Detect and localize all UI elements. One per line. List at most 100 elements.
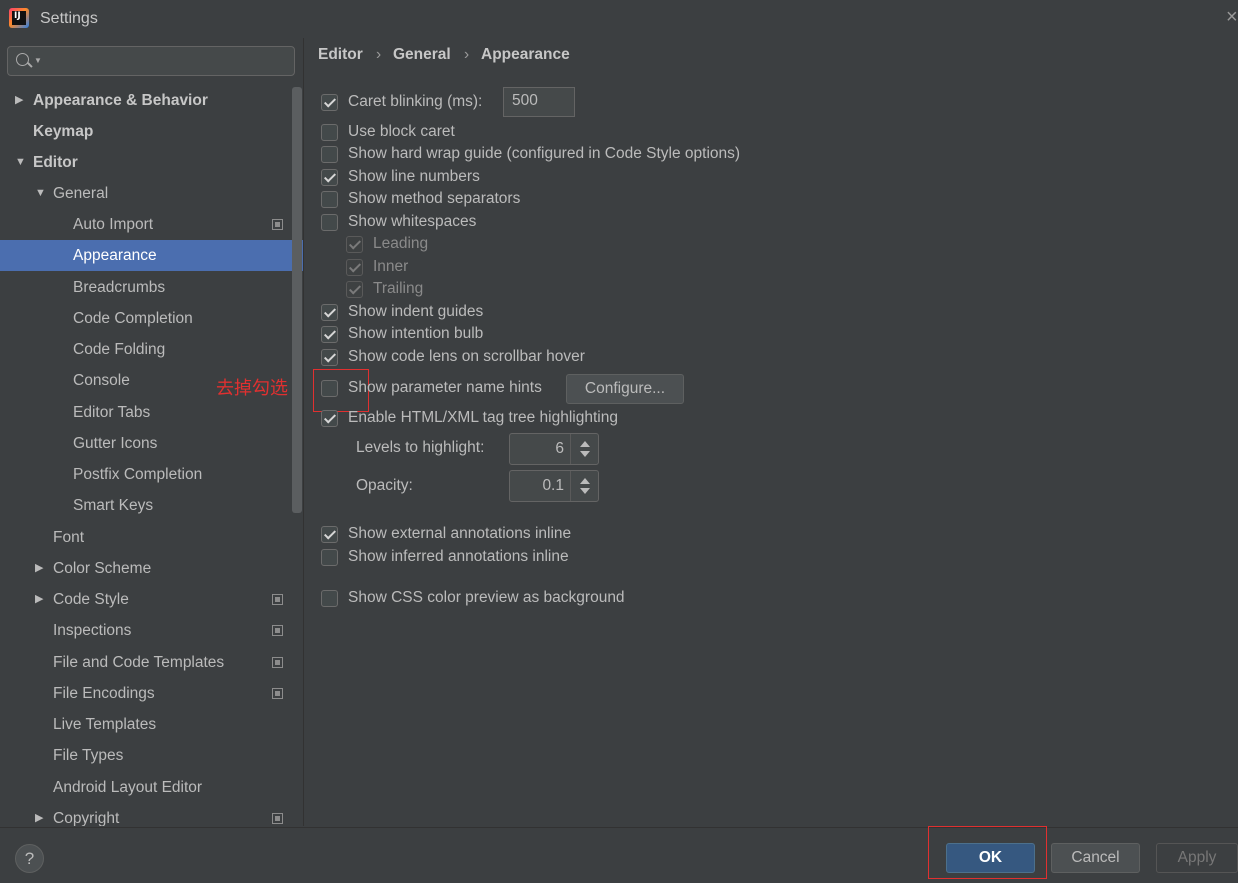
tree-item-code-folding[interactable]: Code Folding xyxy=(0,334,303,365)
inferred-annotations-checkbox[interactable] xyxy=(321,549,338,566)
block-caret-label: Use block caret xyxy=(348,123,455,140)
tree-item-label: Editor xyxy=(33,154,78,171)
breadcrumb-item-editor: Editor xyxy=(318,46,363,63)
apply-button[interactable]: Apply xyxy=(1156,843,1238,873)
tree-item-general[interactable]: ▼ General xyxy=(0,178,303,209)
levels-spinner[interactable]: 6 xyxy=(509,433,599,465)
tree-item-smart-keys[interactable]: Smart Keys xyxy=(0,490,303,521)
tree-item-postfix-completion[interactable]: Postfix Completion xyxy=(0,459,303,490)
caret-blinking-label: Caret blinking (ms): xyxy=(348,93,483,110)
tree-item-file-encodings[interactable]: File Encodings xyxy=(0,678,303,709)
tree-item-editor[interactable]: ▼ Editor xyxy=(0,147,303,178)
trailing-label: Trailing xyxy=(373,280,424,297)
collapsed-arrow-icon[interactable]: ▶ xyxy=(35,803,43,826)
tree-item-label: Keymap xyxy=(33,123,94,140)
tree-item-label: Android Layout Editor xyxy=(53,779,203,796)
indent-guides-checkbox[interactable] xyxy=(321,304,338,321)
settings-search-input[interactable]: ▼ xyxy=(7,46,295,76)
tree-scrollbar[interactable] xyxy=(292,87,302,513)
breadcrumb-item-general: General xyxy=(393,46,451,63)
intellij-app-icon: IJ xyxy=(9,8,29,28)
breadcrumb-separator: › xyxy=(464,46,470,63)
block-caret-checkbox[interactable] xyxy=(321,124,338,141)
line-numbers-label: Show line numbers xyxy=(348,168,480,185)
levels-label: Levels to highlight: xyxy=(356,439,485,456)
leading-label: Leading xyxy=(373,235,429,252)
param-hints-checkbox[interactable] xyxy=(321,380,338,397)
whitespaces-label: Show whitespaces xyxy=(348,213,477,230)
collapsed-arrow-icon[interactable]: ▶ xyxy=(15,85,23,116)
tree-item-label: Appearance xyxy=(73,247,157,264)
arrow-up-icon[interactable] xyxy=(580,478,590,484)
inferred-annotations-label: Show inferred annotations inline xyxy=(348,548,569,565)
method-separators-checkbox[interactable] xyxy=(321,191,338,208)
tree-item-color-scheme[interactable]: ▶ Color Scheme xyxy=(0,553,303,584)
cancel-button[interactable]: Cancel xyxy=(1051,843,1140,873)
css-preview-checkbox[interactable] xyxy=(321,590,338,607)
tree-item-label: Font xyxy=(53,529,85,546)
tree-item-label: Live Templates xyxy=(53,716,157,733)
arrow-up-icon[interactable] xyxy=(580,441,590,447)
tree-item-editor-tabs[interactable]: Editor Tabs xyxy=(0,397,303,428)
tree-item-label: Gutter Icons xyxy=(73,435,158,452)
arrow-down-icon[interactable] xyxy=(580,488,590,494)
tree-item-inspections[interactable]: Inspections xyxy=(0,615,303,646)
tree-item-font[interactable]: Font xyxy=(0,522,303,553)
expanded-arrow-icon[interactable]: ▼ xyxy=(35,178,46,209)
indent-guides-label: Show indent guides xyxy=(348,303,484,320)
tree-item-label: Smart Keys xyxy=(73,497,154,514)
annotation-highlight-box xyxy=(928,826,1047,879)
title-bar: IJ Settings × xyxy=(0,0,1238,38)
tree-item-live-templates[interactable]: Live Templates xyxy=(0,709,303,740)
tree-item-file-and-code-templates[interactable]: File and Code Templates xyxy=(0,647,303,678)
intention-bulb-checkbox[interactable] xyxy=(321,326,338,343)
tree-item-gutter-icons[interactable]: Gutter Icons xyxy=(0,428,303,459)
annotation-text: 去掉勾选 xyxy=(216,378,288,399)
tree-item-label: Auto Import xyxy=(73,216,154,233)
tree-item-android-layout-editor[interactable]: Android Layout Editor xyxy=(0,772,303,803)
inner-checkbox xyxy=(346,259,363,276)
tree-item-file-types[interactable]: File Types xyxy=(0,740,303,771)
external-annotations-label: Show external annotations inline xyxy=(348,525,572,542)
levels-stepper[interactable] xyxy=(570,434,598,464)
caret-blinking-field[interactable]: 500 xyxy=(503,87,575,117)
collapsed-arrow-icon[interactable]: ▶ xyxy=(35,584,43,615)
chevron-down-icon: ▼ xyxy=(34,56,42,65)
tree-item-label: Code Folding xyxy=(73,341,166,358)
css-preview-label: Show CSS color preview as background xyxy=(348,589,625,606)
tree-item-label: Code Completion xyxy=(73,310,193,327)
hard-wrap-checkbox[interactable] xyxy=(321,146,338,163)
collapsed-arrow-icon[interactable]: ▶ xyxy=(35,553,43,584)
tree-item-appearance[interactable]: Appearance xyxy=(0,240,303,271)
tree-item-label: File Types xyxy=(53,747,124,764)
tree-item-code-completion[interactable]: Code Completion xyxy=(0,303,303,334)
external-annotations-checkbox[interactable] xyxy=(321,526,338,543)
expanded-arrow-icon[interactable]: ▼ xyxy=(15,147,26,178)
arrow-down-icon[interactable] xyxy=(580,451,590,457)
code-lens-checkbox[interactable] xyxy=(321,349,338,366)
whitespaces-checkbox[interactable] xyxy=(321,214,338,231)
configure-button[interactable]: Configure... xyxy=(566,374,684,404)
project-scope-icon xyxy=(272,625,283,636)
panel-divider xyxy=(303,38,304,826)
project-scope-icon xyxy=(272,219,283,230)
help-button[interactable]: ? xyxy=(15,844,44,873)
tree-item-label: File and Code Templates xyxy=(53,654,225,671)
tag-tree-checkbox[interactable] xyxy=(321,410,338,427)
line-numbers-checkbox[interactable] xyxy=(321,169,338,186)
tree-item-copyright[interactable]: ▶ Copyright xyxy=(0,803,303,826)
param-hints-label: Show parameter name hints xyxy=(348,379,542,396)
tree-item-label: Appearance & Behavior xyxy=(33,92,208,109)
method-separators-label: Show method separators xyxy=(348,190,521,207)
close-icon[interactable]: × xyxy=(1226,6,1238,29)
caret-blinking-checkbox[interactable] xyxy=(321,94,338,111)
tree-item-appearance-behavior[interactable]: ▶ Appearance & Behavior xyxy=(0,85,303,116)
tree-item-keymap[interactable]: Keymap xyxy=(0,116,303,147)
opacity-spinner[interactable]: 0.1 xyxy=(509,470,599,502)
opacity-stepper[interactable] xyxy=(570,471,598,501)
tree-item-label: Editor Tabs xyxy=(73,404,151,421)
tree-item-breadcrumbs[interactable]: Breadcrumbs xyxy=(0,272,303,303)
tree-item-code-style[interactable]: ▶ Code Style xyxy=(0,584,303,615)
tree-item-auto-import[interactable]: Auto Import xyxy=(0,209,303,240)
project-scope-icon xyxy=(272,594,283,605)
